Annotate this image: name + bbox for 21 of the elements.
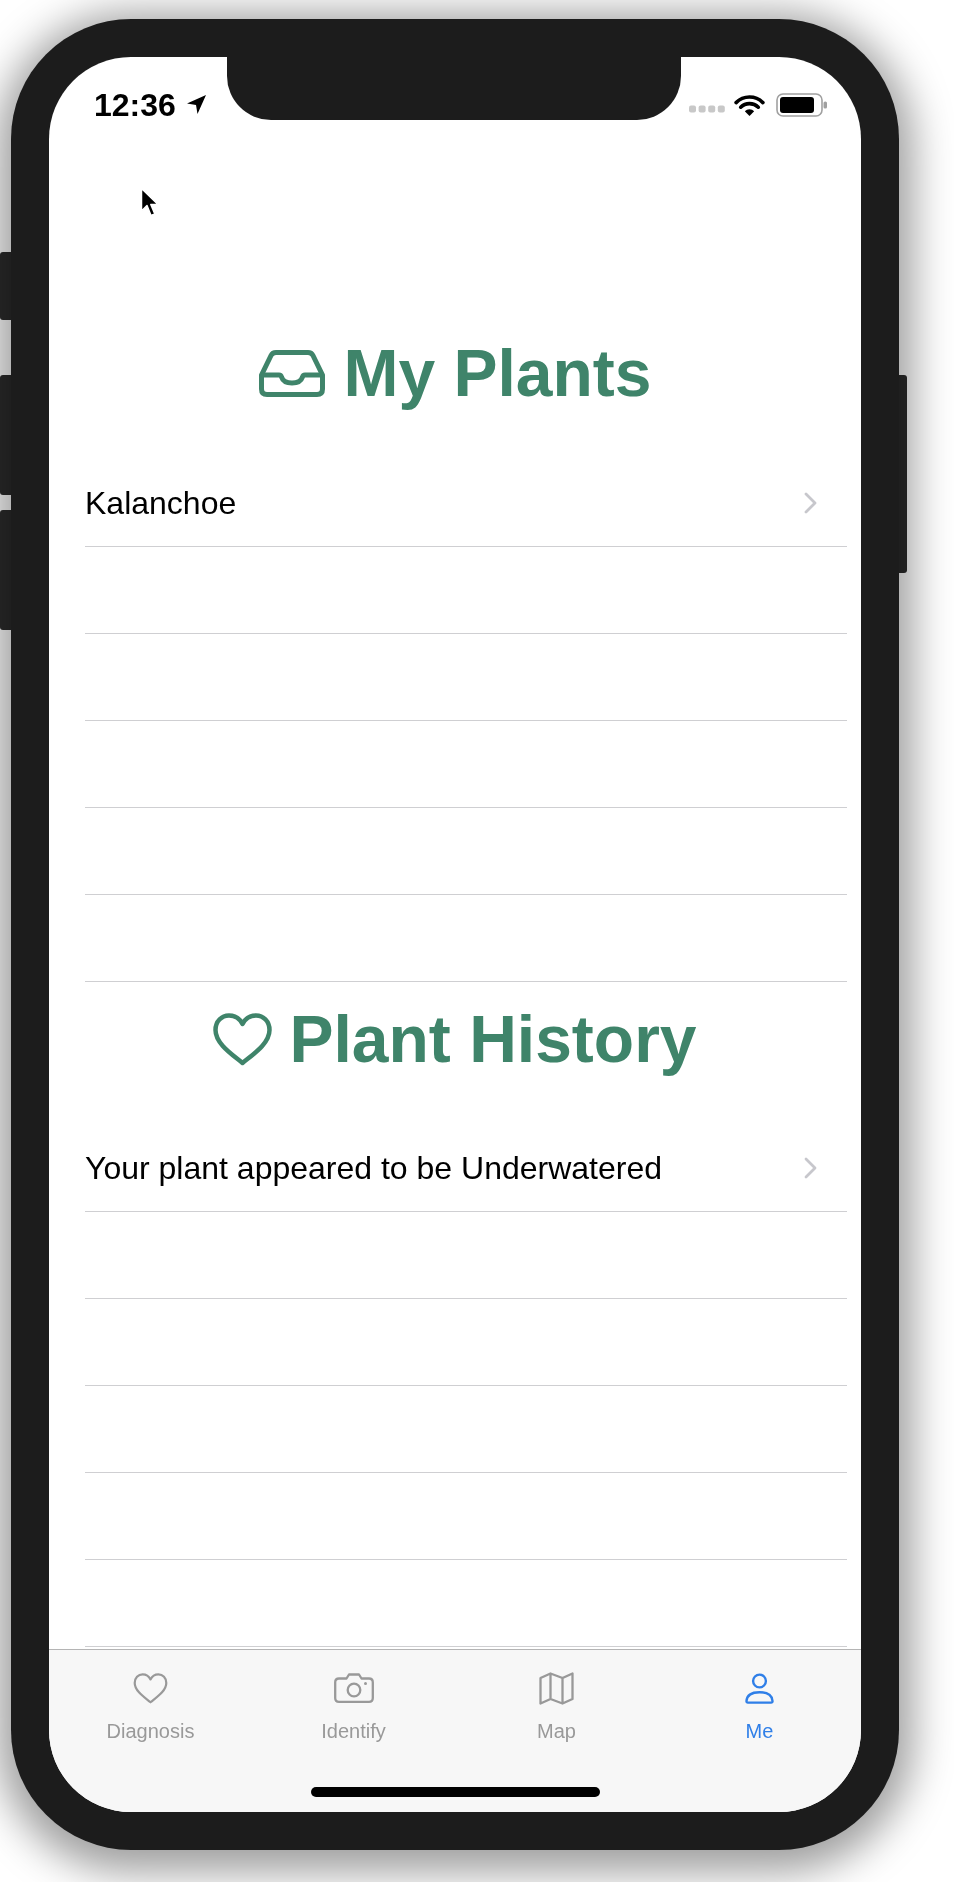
inbox-icon: [258, 348, 327, 398]
tab[interactable]: Diagnosis: [49, 1671, 252, 1743]
tab[interactable]: Map: [455, 1671, 658, 1743]
chevron-right-icon: [804, 492, 817, 514]
side-button[interactable]: [0, 252, 11, 320]
tab[interactable]: Identify: [252, 1671, 455, 1743]
battery-icon: [776, 93, 827, 117]
heart-icon: [133, 1672, 168, 1704]
side-button[interactable]: [0, 510, 11, 630]
camera-icon: [333, 1673, 374, 1703]
map-icon: [539, 1671, 574, 1705]
side-button[interactable]: [0, 375, 11, 495]
wifi-icon: [733, 93, 766, 117]
tab[interactable]: Me: [658, 1671, 861, 1743]
person-icon: [744, 1672, 775, 1704]
location-arrow-icon: [185, 93, 207, 115]
chevron-right-icon: [804, 1157, 817, 1179]
side-button[interactable]: [899, 375, 907, 573]
cellular-signal-icon: [689, 104, 725, 113]
heart-icon: [213, 1012, 273, 1066]
status-time: 12:36: [94, 87, 176, 123]
